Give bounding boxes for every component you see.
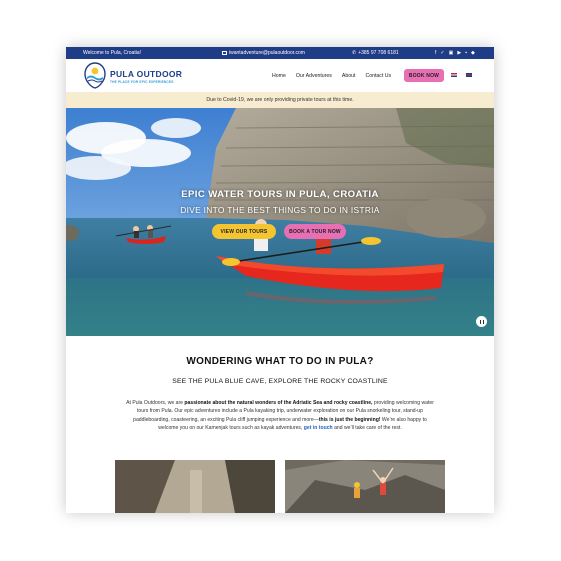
intro-bold-2: this is just the beginning! — [318, 416, 381, 423]
linkedin-icon[interactable]: ▪ — [465, 50, 467, 56]
phone-text: +385 97 708 6181 — [358, 50, 399, 56]
book-now-button[interactable]: BOOK NOW — [404, 69, 444, 82]
site-header: PULA OUTDOOR THE PLACE FOR EPIC EXPERIEN… — [66, 59, 494, 92]
nav-contact-us[interactable]: Contact Us — [365, 73, 391, 79]
covid-notice: Due to Covid-19, we are only providing p… — [66, 92, 494, 108]
email-link[interactable]: iwantadventure@pulaoutdoor.com — [222, 50, 305, 56]
browser-page: Welcome to Pula, Croatia! iwantadventure… — [66, 47, 494, 513]
intro-text-1: At Pula Outdoors, we are — [126, 400, 185, 406]
main-nav: Home Our Adventures About Contact Us — [272, 59, 401, 92]
section-subtitle: SEE THE PULA BLUE CAVE, EXPLORE THE ROCK… — [172, 378, 388, 385]
view-tours-button[interactable]: VIEW OUR TOURS — [212, 224, 276, 239]
brand-name: PULA OUTDOOR — [110, 69, 183, 79]
nav-home[interactable]: Home — [272, 73, 286, 79]
intro-bold-1: passionate about the natural wonders of … — [184, 400, 373, 406]
intro-paragraph: At Pula Outdoors, we are passionate abou… — [124, 399, 436, 433]
hero-subtitle: DIVE INTO THE BEST THINGS TO DO IN ISTRI… — [180, 205, 380, 215]
get-in-touch-link[interactable]: get in touch — [304, 425, 333, 431]
hero-title: EPIC WATER TOURS IN PULA, CROATIA — [181, 189, 379, 200]
pause-icon — [479, 319, 484, 324]
brand[interactable]: PULA OUTDOOR THE PLACE FOR EPIC EXPERIEN… — [110, 69, 182, 84]
social-links: f ✓ ▣ ▶ ▪ ◆ — [435, 50, 475, 56]
nav-our-adventures[interactable]: Our Adventures — [296, 73, 332, 79]
book-tour-button[interactable]: BOOK A TOUR NOW — [284, 224, 346, 239]
youtube-icon[interactable]: ▶ — [457, 50, 461, 56]
welcome-text: Welcome to Pula, Croatia! — [83, 50, 141, 56]
tripadvisor-icon[interactable]: ✓ — [440, 50, 444, 56]
brand-tagline: THE PLACE FOR EPIC EXPERIENCES — [110, 80, 174, 84]
section-title: WONDERING WHAT TO DO IN PULA? — [186, 356, 374, 367]
croatian-flag-icon[interactable] — [451, 73, 457, 77]
hero-banner: EPIC WATER TOURS IN PULA, CROATIA DIVE I… — [66, 108, 494, 336]
facebook-icon[interactable]: f — [435, 50, 436, 56]
envelope-icon — [222, 51, 227, 55]
top-bar: Welcome to Pula, Croatia! iwantadventure… — [66, 47, 494, 59]
instagram-icon[interactable]: ▣ — [449, 50, 454, 56]
nav-about[interactable]: About — [342, 73, 356, 79]
phone-icon: ✆ — [352, 50, 357, 56]
phone-link[interactable]: ✆ +385 97 708 6181 — [352, 50, 399, 56]
pause-video-button[interactable] — [476, 316, 487, 327]
pula-outdoor-logo-icon[interactable] — [84, 62, 106, 89]
english-flag-icon[interactable] — [466, 73, 472, 77]
cliff-jumping-photo[interactable] — [285, 460, 445, 513]
cave-photo[interactable] — [115, 460, 275, 513]
email-text: iwantadventure@pulaoutdoor.com — [229, 50, 305, 56]
hero-kayak-photo — [66, 108, 494, 336]
intro-text-4: and we’ll take care of the rest. — [332, 425, 402, 432]
google-icon[interactable]: ◆ — [471, 50, 475, 56]
